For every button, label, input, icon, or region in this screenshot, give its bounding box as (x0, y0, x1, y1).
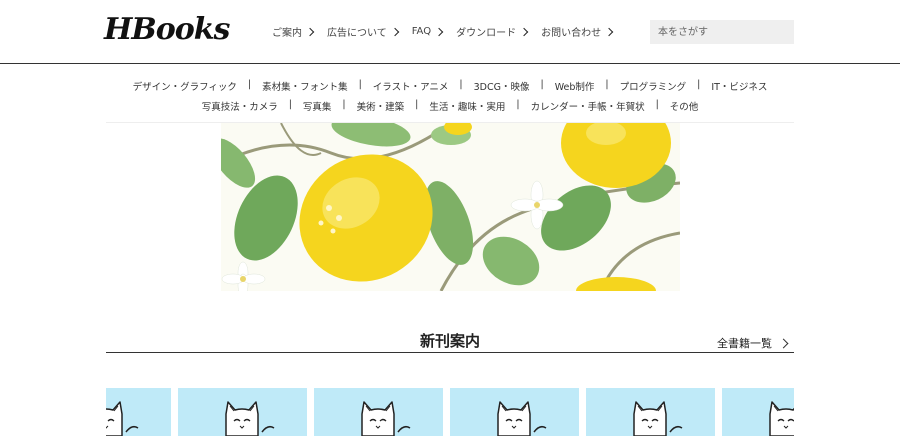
all-books-link[interactable]: 全書籍一覧 (717, 335, 789, 351)
nav-guide[interactable]: ご案内 (272, 24, 315, 39)
search-input[interactable] (650, 20, 794, 44)
category-materials[interactable]: 素材集・フォント集 (262, 79, 348, 93)
top-nav: ご案内 広告について FAQ ダウンロード お問い合わせ (272, 24, 614, 39)
category-3dcg[interactable]: 3DCG・映像 (474, 79, 530, 93)
category-photobook[interactable]: 写真集 (303, 99, 332, 113)
nav-contact[interactable]: お問い合わせ (541, 24, 614, 39)
section-divider (106, 352, 794, 353)
chevron-right-icon (305, 27, 315, 36)
nav-download[interactable]: ダウンロード (456, 24, 529, 39)
category-separator: | (655, 99, 659, 110)
book-cover[interactable] (450, 388, 579, 436)
category-illustration[interactable]: イラスト・アニメ (373, 79, 449, 93)
header-divider (0, 63, 900, 64)
category-separator: | (358, 79, 362, 90)
site-logo[interactable]: HBooks (104, 12, 230, 47)
chevron-right-icon (778, 338, 789, 348)
category-separator: | (342, 99, 346, 110)
chevron-right-icon (604, 27, 614, 36)
category-separator: | (540, 79, 544, 90)
category-programming[interactable]: プログラミング (620, 79, 687, 93)
cat-icon (497, 401, 547, 436)
category-photo-technique[interactable]: 写真技法・カメラ (202, 99, 278, 113)
cat-icon (225, 401, 275, 436)
cat-icon (361, 401, 411, 436)
category-separator: | (247, 79, 252, 90)
category-separator: | (605, 79, 609, 90)
category-web[interactable]: Web制作 (555, 79, 595, 93)
category-it-business[interactable]: IT・ビジネス (711, 79, 767, 93)
book-cover[interactable] (314, 388, 443, 436)
book-cover[interactable] (586, 388, 715, 436)
category-separator: | (415, 99, 419, 110)
chevron-right-icon (519, 27, 529, 36)
category-calendar[interactable]: カレンダー・手帳・年賀状 (531, 99, 645, 113)
category-separator: | (697, 79, 701, 90)
category-separator: | (288, 99, 292, 110)
category-separator: | (516, 99, 520, 110)
cat-icon (769, 401, 794, 436)
hero-banner[interactable] (221, 123, 680, 291)
cat-icon (633, 401, 683, 436)
category-other[interactable]: その他 (670, 99, 699, 113)
category-row-1: デザイン・グラフィック | 素材集・フォント集 | イラスト・アニメ | 3DC… (0, 79, 900, 93)
chevron-right-icon (390, 27, 399, 36)
chevron-right-icon (434, 27, 444, 36)
cat-icon (106, 401, 139, 436)
category-design[interactable]: デザイン・グラフィック (133, 79, 237, 93)
lemon-illustration (221, 123, 680, 291)
book-carousel (106, 388, 794, 436)
category-lifestyle[interactable]: 生活・趣味・実用 (429, 99, 505, 113)
book-cover[interactable] (178, 388, 307, 436)
all-books-label: 全書籍一覧 (717, 337, 772, 350)
category-row-2: 写真技法・カメラ | 写真集 | 美術・建築 | 生活・趣味・実用 | カレンダ… (0, 99, 900, 113)
book-cover[interactable] (722, 388, 794, 436)
nav-advertising[interactable]: 広告について (327, 24, 399, 39)
book-cover[interactable] (106, 388, 171, 436)
category-separator: | (459, 79, 463, 90)
nav-faq[interactable]: FAQ (412, 24, 444, 39)
category-art-architecture[interactable]: 美術・建築 (357, 99, 405, 113)
